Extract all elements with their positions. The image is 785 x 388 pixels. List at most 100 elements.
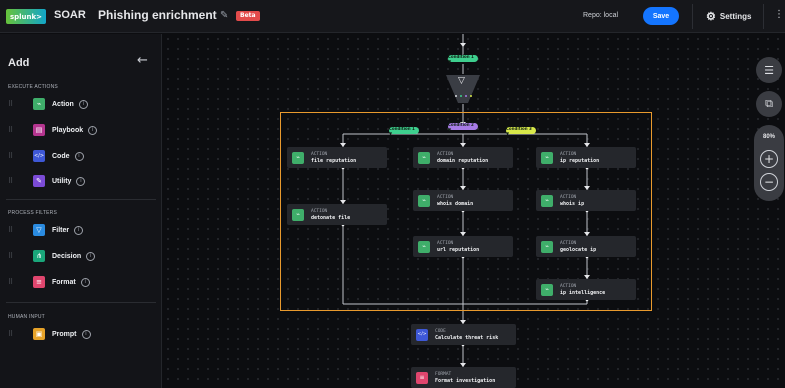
drag-handle-icon[interactable]: ⠿ — [8, 177, 16, 185]
drag-handle-icon[interactable]: ⠿ — [8, 100, 16, 108]
item-label: Utility — [52, 177, 72, 185]
zoom-out-icon[interactable]: − — [760, 173, 778, 191]
info-icon[interactable]: i — [74, 151, 84, 161]
drag-handle-icon[interactable]: ⠿ — [8, 252, 16, 260]
format-icon: ≡ — [33, 276, 45, 288]
action-icon: ⌁ — [541, 151, 553, 164]
item-label: Filter — [52, 226, 70, 234]
drag-handle-icon[interactable]: ⠿ — [8, 330, 16, 338]
drag-handle-icon[interactable]: ⠿ — [8, 226, 16, 234]
divider — [6, 302, 156, 303]
zoom-level: 80% — [762, 134, 775, 140]
action-node-whois-ip[interactable]: ⌁ ACTION whois ip — [536, 190, 636, 211]
node-kind: ACTION — [311, 151, 328, 157]
collapse-arrow-icon[interactable]: ← — [137, 53, 148, 68]
info-icon[interactable]: i — [78, 99, 88, 109]
more-options-icon[interactable]: ⋮ — [774, 9, 784, 20]
action-icon: ⌁ — [418, 151, 430, 164]
divider — [763, 4, 764, 29]
sidebar-item-decision[interactable]: ⠿ ⋔ Decision i — [8, 248, 96, 264]
section-execute-actions: EXECUTE ACTIONS — [8, 84, 58, 90]
drag-handle-icon[interactable]: ⠿ — [8, 126, 16, 134]
node-kind: ACTION — [437, 151, 454, 157]
item-label: Decision — [52, 252, 82, 260]
decision-icon: ⋔ — [33, 250, 45, 262]
info-icon[interactable]: i — [86, 251, 96, 261]
info-icon[interactable]: i — [76, 176, 86, 186]
utility-icon: ✎ — [33, 175, 45, 187]
action-icon: ⌁ — [33, 98, 45, 110]
sidebar-item-utility[interactable]: ⠿ ✎ Utility i — [8, 173, 86, 189]
prompt-icon: ▣ — [33, 328, 45, 340]
code-node-calculate-threat-risk[interactable]: </> CODE Calculate threat risk — [411, 324, 516, 345]
info-icon[interactable]: i — [74, 225, 84, 235]
node-name: url reputation — [437, 246, 480, 253]
save-button[interactable]: Save — [643, 7, 679, 25]
drag-handle-icon[interactable]: ⠿ — [8, 152, 16, 160]
node-kind: ACTION — [560, 194, 577, 200]
node-kind: ACTION — [560, 240, 577, 246]
action-node-url-reputation[interactable]: ⌁ ACTION url reputation — [413, 236, 513, 257]
action-node-detonate-file[interactable]: ⌁ ACTION detonate file — [287, 204, 387, 225]
action-node-ip-intelligence[interactable]: ⌁ ACTION ip intelligence — [536, 279, 636, 300]
sidebar-item-filter[interactable]: ⠿ ▽ Filter i — [8, 222, 84, 238]
action-icon: ⌁ — [418, 240, 430, 253]
condition-pill[interactable]: Condition 1 ▼ — [448, 54, 478, 64]
divider — [6, 199, 156, 200]
gear-icon: ⚙ — [706, 11, 716, 23]
node-name: ip reputation — [560, 157, 600, 164]
info-icon[interactable]: i — [81, 329, 91, 339]
sidebar-item-format[interactable]: ⠿ ≡ Format i — [8, 274, 90, 290]
item-label: Action — [52, 100, 74, 108]
item-label: Playbook — [52, 126, 84, 134]
node-name: file reputation — [311, 157, 357, 164]
info-icon[interactable]: i — [80, 277, 90, 287]
sidebar-item-prompt[interactable]: ⠿ ▣ Prompt i — [8, 326, 91, 342]
section-process-filters: PROCESS FILTERS — [8, 210, 58, 216]
node-name: ip intelligence — [560, 289, 606, 296]
sidebar-item-code[interactable]: ⠿ </> Code i — [8, 148, 84, 164]
action-icon: ⌁ — [541, 283, 553, 296]
node-kind: ACTION — [437, 194, 454, 200]
node-kind: ACTION — [560, 283, 577, 289]
action-node-whois-domain[interactable]: ⌁ ACTION whois domain — [413, 190, 513, 211]
node-name: Format investigation — [435, 377, 496, 384]
sidebar-item-action[interactable]: ⠿ ⌁ Action i — [8, 96, 88, 112]
code-icon: </> — [33, 150, 45, 162]
splunk-logo: splunk> — [6, 9, 46, 24]
fit-screen-icon[interactable]: ⧉ — [756, 91, 782, 117]
action-icon: ⌁ — [418, 194, 430, 207]
format-node-format-investigation[interactable]: ≡ FORMAT Format investigation — [411, 367, 516, 388]
app-name: SOAR — [54, 9, 86, 21]
zoom-controls: 80% + − — [754, 125, 784, 201]
node-kind: ACTION — [311, 208, 328, 214]
action-node-ip-reputation[interactable]: ⌁ ACTION ip reputation — [536, 147, 636, 168]
section-human-input: HUMAN INPUT — [8, 314, 45, 320]
action-icon: ⌁ — [292, 151, 304, 164]
drag-handle-icon[interactable]: ⠿ — [8, 278, 16, 286]
node-name: Calculate threat risk — [435, 334, 499, 341]
action-icon: ⌁ — [292, 208, 304, 221]
filter-icon: ▽ — [33, 224, 45, 236]
auto-layout-icon[interactable]: ☰ — [756, 57, 782, 83]
divider — [692, 4, 693, 29]
item-label: Code — [52, 152, 70, 160]
format-icon: ≡ — [416, 371, 428, 384]
edit-pencil-icon[interactable]: ✎ — [220, 10, 228, 21]
settings-button[interactable]: ⚙ Settings — [706, 10, 751, 23]
action-node-domain-reputation[interactable]: ⌁ ACTION domain reputation — [413, 147, 513, 168]
playbook-canvas[interactable]: ▽ Condition 1 ▼ Condition 1 ▼ Condition … — [163, 34, 785, 388]
sidebar-title: Add — [8, 57, 30, 69]
beta-badge: Beta — [236, 11, 260, 21]
zoom-in-icon[interactable]: + — [760, 150, 778, 168]
info-icon[interactable]: i — [88, 125, 98, 135]
playbook-name[interactable]: Phishing enrichment — [98, 8, 217, 22]
node-name: detonate file — [311, 214, 351, 221]
item-label: Format — [52, 278, 76, 286]
node-name: domain reputation — [437, 157, 489, 164]
action-node-geolocate-ip[interactable]: ⌁ ACTION geolocate ip — [536, 236, 636, 257]
sidebar-item-playbook[interactable]: ⠿ ▤ Playbook i — [8, 122, 98, 138]
node-name: whois domain — [437, 200, 474, 207]
action-node-file-reputation[interactable]: ⌁ ACTION file reputation — [287, 147, 387, 168]
item-label: Prompt — [52, 330, 77, 338]
